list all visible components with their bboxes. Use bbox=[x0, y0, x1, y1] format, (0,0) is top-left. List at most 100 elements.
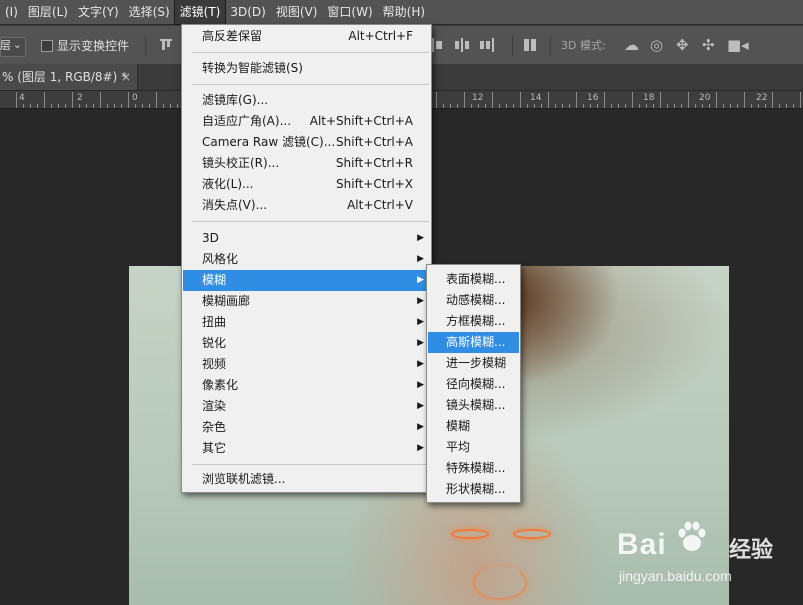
ruler-label: 14 bbox=[530, 93, 542, 103]
ruler-tick bbox=[436, 92, 437, 108]
submenu-arrow-icon: ▶ bbox=[417, 443, 424, 453]
ruler-tick bbox=[660, 92, 661, 108]
menu-item-shortcut: Alt+Ctrl+F bbox=[348, 29, 413, 43]
close-icon[interactable]: × bbox=[121, 64, 131, 90]
menu-bar: (I) 图层(L) 文字(Y) 选择(S) 滤镜(T) 3D(D) 视图(V) … bbox=[0, 0, 803, 25]
submenu-arrow-icon: ▶ bbox=[417, 359, 424, 369]
roll-3d-icon[interactable]: ◎ bbox=[650, 35, 663, 55]
menu-item-liquify[interactable]: 液化(L)... Shift+Ctrl+X bbox=[183, 174, 430, 195]
ruler-tick bbox=[695, 104, 696, 108]
menu-item-label: 消失点(V)... bbox=[202, 198, 268, 212]
menu-item-lens-correction[interactable]: 镜头校正(R)... Shift+Ctrl+R bbox=[183, 153, 430, 174]
submenu-arrow-icon: ▶ bbox=[417, 233, 424, 243]
submenu-item-box-blur[interactable]: 方框模糊... bbox=[428, 311, 519, 332]
menu-window[interactable]: 窗口(W) bbox=[322, 0, 377, 24]
submenu-item-gaussian-blur[interactable]: 高斯模糊... bbox=[428, 332, 519, 353]
submenu-item-average[interactable]: 平均 bbox=[428, 437, 519, 458]
menu-layer[interactable]: 图层(L) bbox=[23, 0, 73, 24]
menu-3d[interactable]: 3D(D) bbox=[225, 0, 270, 24]
submenu-arrow-icon: ▶ bbox=[417, 380, 424, 390]
show-transform-label: 显示变换控件 bbox=[57, 39, 130, 53]
ruler-tick bbox=[51, 104, 52, 108]
menu-item-distort[interactable]: 扭曲 ▶ bbox=[183, 312, 430, 333]
chevron-down-icon: ⌄ bbox=[12, 38, 22, 51]
ruler-label: 12 bbox=[472, 93, 484, 103]
menu-item-shortcut: Shift+Ctrl+A bbox=[336, 135, 413, 149]
menu-item-convert-smart-filter[interactable]: 转换为智能滤镜(S) bbox=[183, 58, 430, 79]
submenu-item-motion-blur[interactable]: 动感模糊... bbox=[428, 290, 519, 311]
ruler-tick bbox=[646, 104, 647, 108]
ruler-tick bbox=[786, 104, 787, 108]
ruler-tick bbox=[114, 104, 115, 108]
menu-item-blur-gallery[interactable]: 模糊画廊 ▶ bbox=[183, 291, 430, 312]
menu-item-blur[interactable]: 模糊 ▶ bbox=[183, 270, 430, 291]
layer-dropdown[interactable]: 层 ⌄ bbox=[0, 37, 26, 57]
ruler-tick bbox=[170, 104, 171, 108]
submenu-item-blur[interactable]: 模糊 bbox=[428, 416, 519, 437]
ruler-tick bbox=[499, 104, 500, 108]
menu-item-browse-online-filters[interactable]: 浏览联机滤镜... bbox=[183, 469, 430, 490]
menu-item-label: 高斯模糊... bbox=[446, 335, 506, 349]
menu-partial-item[interactable]: (I) bbox=[0, 0, 23, 24]
camera-3d-icon[interactable]: ■◂ bbox=[727, 35, 749, 55]
submenu-arrow-icon: ▶ bbox=[417, 296, 424, 306]
toolbar-divider bbox=[145, 36, 146, 56]
menu-help[interactable]: 帮助(H) bbox=[378, 0, 430, 24]
ruler-tick bbox=[737, 104, 738, 108]
submenu-item-smart-blur[interactable]: 特殊模糊... bbox=[428, 458, 519, 479]
menu-item-sharpen[interactable]: 锐化 ▶ bbox=[183, 333, 430, 354]
ruler-tick bbox=[163, 104, 164, 108]
ruler-label: 22 bbox=[756, 93, 768, 103]
ruler-tick bbox=[72, 92, 73, 108]
submenu-arrow-icon: ▶ bbox=[417, 401, 424, 411]
ruler-tick bbox=[611, 104, 612, 108]
auto-align-icon[interactable] bbox=[524, 37, 538, 53]
ruler-tick bbox=[443, 104, 444, 108]
slide-3d-icon[interactable]: ✣ bbox=[702, 35, 715, 55]
show-transform-checkbox[interactable] bbox=[41, 40, 53, 52]
menu-separator bbox=[192, 84, 429, 85]
ruler-tick bbox=[100, 92, 101, 108]
drag-3d-icon[interactable]: ✥ bbox=[676, 35, 689, 55]
menu-item-3d[interactable]: 3D ▶ bbox=[183, 228, 430, 249]
ruler-tick bbox=[625, 104, 626, 108]
ruler-tick bbox=[576, 92, 577, 108]
ruler-label: 16 bbox=[587, 93, 599, 103]
submenu-item-blur-more[interactable]: 进一步模糊 bbox=[428, 353, 519, 374]
ruler-tick bbox=[65, 104, 66, 108]
menu-type[interactable]: 文字(Y) bbox=[73, 0, 124, 24]
menu-item-render[interactable]: 渲染 ▶ bbox=[183, 396, 430, 417]
menu-item-vanishing-point[interactable]: 消失点(V)... Alt+Ctrl+V bbox=[183, 195, 430, 216]
menu-item-high-pass[interactable]: 高反差保留 Alt+Ctrl+F bbox=[183, 26, 430, 47]
menu-separator bbox=[192, 221, 429, 222]
ruler-tick bbox=[492, 92, 493, 108]
menu-filter[interactable]: 滤镜(T) bbox=[173, 0, 227, 25]
submenu-item-shape-blur[interactable]: 形状模糊... bbox=[428, 479, 519, 500]
align-top-icon[interactable] bbox=[160, 37, 174, 53]
menu-item-label: 杂色 bbox=[202, 420, 227, 434]
ruler-tick bbox=[478, 104, 479, 108]
document-tab[interactable]: % (图层 1, RGB/8#) * × bbox=[0, 64, 138, 90]
ruler-tick bbox=[156, 92, 157, 108]
distribute-icon[interactable] bbox=[432, 37, 446, 53]
menu-item-other[interactable]: 其它 ▶ bbox=[183, 438, 430, 459]
distribute-centers-icon[interactable] bbox=[455, 37, 469, 53]
submenu-item-radial-blur[interactable]: 径向模糊... bbox=[428, 374, 519, 395]
menu-item-filter-gallery[interactable]: 滤镜库(G)... bbox=[183, 90, 430, 111]
ruler-tick bbox=[688, 92, 689, 108]
menu-item-noise[interactable]: 杂色 ▶ bbox=[183, 417, 430, 438]
submenu-item-surface-blur[interactable]: 表面模糊... bbox=[428, 269, 519, 290]
ruler-tick bbox=[765, 104, 766, 108]
submenu-item-lens-blur[interactable]: 镜头模糊... bbox=[428, 395, 519, 416]
ruler-tick bbox=[548, 92, 549, 108]
menu-item-pixelate[interactable]: 像素化 ▶ bbox=[183, 375, 430, 396]
menu-item-camera-raw[interactable]: Camera Raw 滤镜(C)... Shift+Ctrl+A bbox=[183, 132, 430, 153]
menu-item-adaptive-wide-angle[interactable]: 自适应广角(A)... Alt+Shift+Ctrl+A bbox=[183, 111, 430, 132]
ruler-tick bbox=[744, 92, 745, 108]
menu-select[interactable]: 选择(S) bbox=[124, 0, 175, 24]
distribute-right-icon[interactable] bbox=[480, 37, 494, 53]
menu-view[interactable]: 视图(V) bbox=[271, 0, 323, 24]
menu-item-stylize[interactable]: 风格化 ▶ bbox=[183, 249, 430, 270]
menu-item-video[interactable]: 视频 ▶ bbox=[183, 354, 430, 375]
orbit-3d-icon[interactable]: ☁ bbox=[624, 35, 639, 55]
